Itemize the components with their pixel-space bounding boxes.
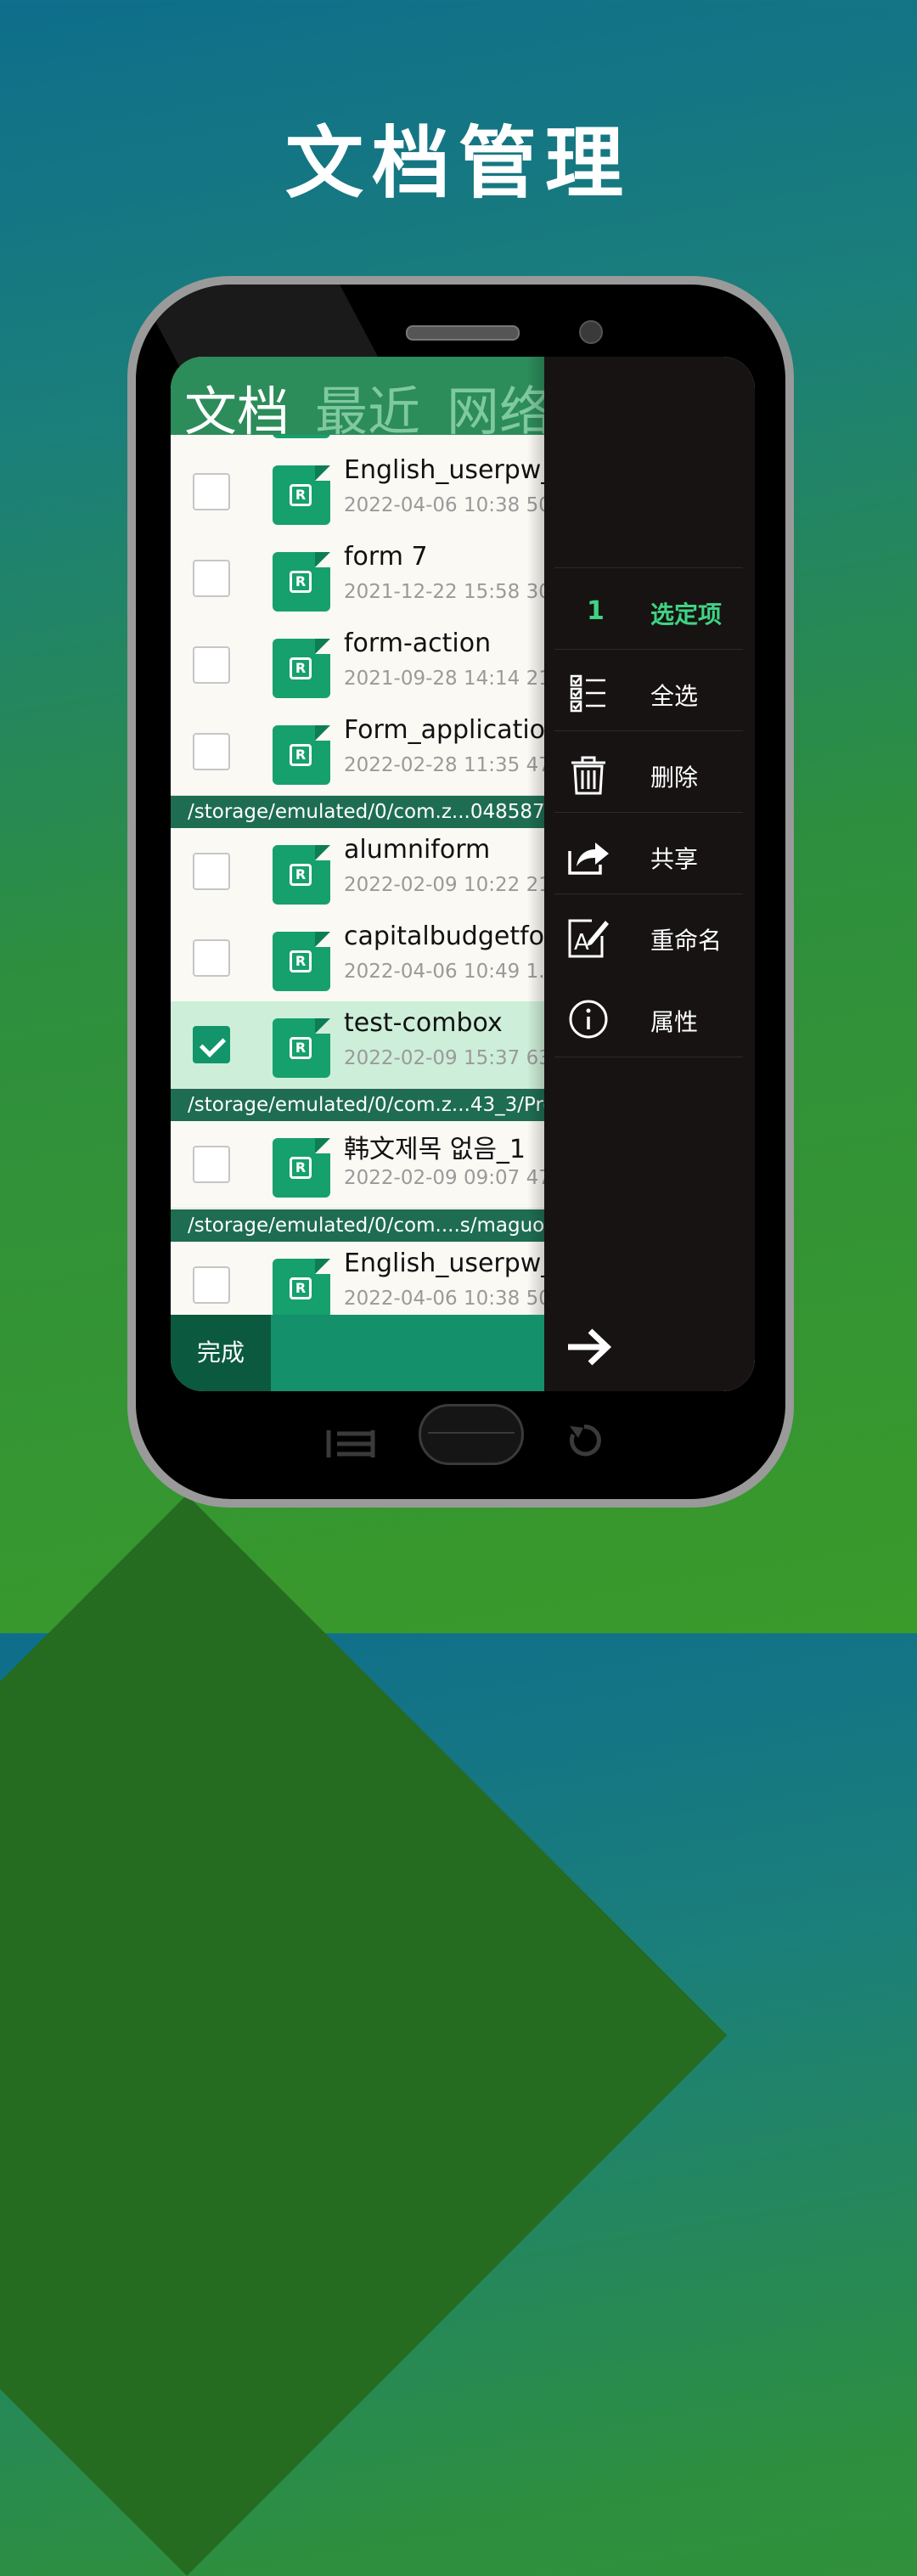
rename-button[interactable]: A 重命名 xyxy=(544,897,755,978)
file-meta: 2022-02-09 15:37 63 xyxy=(344,1047,544,1069)
divider xyxy=(554,893,743,894)
phone-camera xyxy=(579,320,603,344)
list-item[interactable]: R 韩文제목 없음_1 2022-02-09 09:07 47 xyxy=(171,1121,544,1209)
file-name: Form_application xyxy=(344,715,544,745)
file-name: alumniform xyxy=(344,835,491,865)
file-meta: 2022-04-06 10:49 1. xyxy=(344,961,544,983)
file-meta: 2021-12-22 15:58 30 xyxy=(344,581,544,603)
list-item[interactable]: R capitalbudgetfor 2022-04-06 10:49 1. xyxy=(171,915,544,1002)
selected-count: 1 xyxy=(587,596,605,626)
divider xyxy=(554,649,743,650)
row-checkbox[interactable] xyxy=(193,473,230,510)
info-icon xyxy=(569,1000,608,1039)
document-icon: R xyxy=(273,845,330,905)
app-screen: 文档 最近 网络 R R English_userpw_ 2022-04-06 … xyxy=(171,357,755,1391)
file-meta: 2022-04-06 10:38 50 xyxy=(344,1288,544,1310)
file-name: form 7 xyxy=(344,542,428,572)
document-icon: R xyxy=(273,1018,330,1078)
rename-label: 重命名 xyxy=(650,927,723,955)
row-checkbox[interactable] xyxy=(193,1266,230,1304)
menu-nav-icon[interactable] xyxy=(325,1427,376,1461)
action-drawer: 1 选定项 全选 删除 共享 A 重命名 属性 xyxy=(544,357,755,1391)
selected-count-row: 1 选定项 xyxy=(544,571,755,652)
document-icon: R xyxy=(273,1138,330,1198)
row-checkbox[interactable] xyxy=(193,646,230,684)
list-item-selected[interactable]: R test-combox 2022-02-09 15:37 63 xyxy=(171,1001,544,1089)
file-meta: 2021-09-28 14:14 21 xyxy=(344,668,544,690)
document-icon: R xyxy=(273,465,330,525)
document-icon: R xyxy=(273,1259,330,1315)
svg-text:A: A xyxy=(574,930,589,955)
row-checkbox[interactable] xyxy=(193,853,230,890)
file-meta: 2022-02-09 09:07 47 xyxy=(344,1167,544,1189)
file-meta: 2022-04-06 10:38 50 xyxy=(344,494,544,516)
select-all-button[interactable]: 全选 xyxy=(544,652,755,734)
share-button[interactable]: 共享 xyxy=(544,815,755,897)
document-icon: R xyxy=(273,639,330,698)
list-item[interactable]: R English_userpw_ 2022-04-06 10:38 50 xyxy=(171,1242,544,1315)
list-item[interactable]: R form-action 2021-09-28 14:14 21 xyxy=(171,622,544,709)
folder-path: /storage/emulated/0/com.z...43_3/Pro xyxy=(171,1089,544,1121)
list-item[interactable]: R alumniform 2022-02-09 10:22 21 xyxy=(171,828,544,916)
divider xyxy=(554,567,743,568)
document-icon: R xyxy=(273,725,330,785)
home-button[interactable] xyxy=(419,1404,524,1465)
share-label: 共享 xyxy=(650,845,699,873)
file-name: test-combox xyxy=(344,1008,503,1038)
document-icon: R xyxy=(273,932,330,991)
divider xyxy=(554,812,743,813)
file-list: R R English_userpw_ 2022-04-06 10:38 50 … xyxy=(171,435,544,1315)
file-name: English_userpw_ xyxy=(344,455,544,485)
folder-path: /storage/emulated/0/com....s/maguo: xyxy=(171,1209,544,1242)
list-item[interactable]: R form 7 2021-12-22 15:58 30 xyxy=(171,535,544,623)
select-all-label: 全选 xyxy=(650,682,699,710)
row-checkbox-checked[interactable] xyxy=(193,1026,230,1063)
file-meta: 2022-02-09 10:22 21 xyxy=(344,874,544,896)
done-button[interactable]: 完成 xyxy=(171,1315,271,1391)
tab-recent[interactable]: 最近 xyxy=(315,369,420,435)
file-name: English_userpw_ xyxy=(344,1249,544,1278)
delete-label: 删除 xyxy=(650,764,699,792)
document-icon: R xyxy=(273,435,330,438)
file-name: form-action xyxy=(344,628,492,658)
checklist-icon xyxy=(570,674,605,713)
tab-bar: 文档 最近 网络 xyxy=(171,357,544,435)
divider xyxy=(554,730,743,731)
phone-speaker xyxy=(406,325,520,341)
file-meta: 2022-02-28 11:35 47 xyxy=(344,754,544,776)
bottom-bar: 完成 xyxy=(171,1315,544,1391)
properties-label: 属性 xyxy=(650,1008,699,1036)
delete-button[interactable]: 删除 xyxy=(544,734,755,815)
document-icon: R xyxy=(273,552,330,612)
row-checkbox[interactable] xyxy=(193,733,230,770)
row-checkbox[interactable] xyxy=(193,939,230,977)
list-item[interactable]: R English_userpw_ 2022-04-06 10:38 50 xyxy=(171,448,544,536)
list-item[interactable]: R xyxy=(171,435,544,449)
row-checkbox[interactable] xyxy=(193,1146,230,1183)
page-headline: 文档管理 xyxy=(284,118,632,209)
share-icon xyxy=(568,843,609,875)
row-checkbox[interactable] xyxy=(193,560,230,597)
file-name: 韩文제목 없음_1 xyxy=(344,1135,526,1164)
trash-icon xyxy=(571,756,605,795)
selected-label: 选定项 xyxy=(650,600,723,628)
list-item[interactable]: R Form_application 2022-02-28 11:35 47 xyxy=(171,708,544,796)
folder-path: /storage/emulated/0/com.z...048587_ xyxy=(171,796,544,828)
drawer-shadow xyxy=(527,357,544,1315)
file-name: capitalbudgetfor xyxy=(344,922,544,951)
phone-shadow xyxy=(0,1495,728,2576)
back-nav-icon[interactable] xyxy=(565,1421,604,1460)
properties-button[interactable]: 属性 xyxy=(544,978,755,1060)
rename-icon: A xyxy=(568,919,609,958)
arrow-right-icon[interactable] xyxy=(563,1321,616,1373)
tab-documents[interactable]: 文档 xyxy=(184,369,290,435)
